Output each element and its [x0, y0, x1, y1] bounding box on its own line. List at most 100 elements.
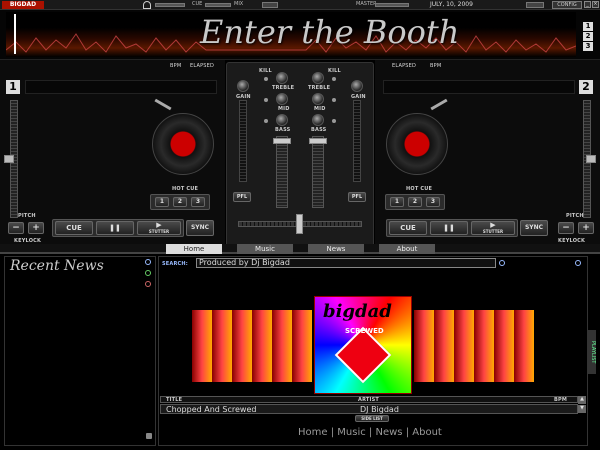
side-list-button[interactable]: SIDE LIST [355, 415, 389, 422]
right-kill-dot-3[interactable] [332, 119, 336, 123]
track-title: Chopped And Screwed [166, 405, 257, 414]
settings-icon[interactable] [575, 260, 581, 266]
deck-selector-1[interactable]: 1 [583, 22, 593, 31]
refresh-icon[interactable] [145, 259, 151, 265]
deck-right-cue-button[interactable]: CUE [389, 221, 427, 235]
left-kill-dot-2[interactable] [264, 98, 268, 102]
tab-about[interactable]: About [379, 244, 435, 254]
right-bass-knob[interactable] [312, 114, 324, 126]
left-treble-knob[interactable] [276, 72, 288, 84]
deck-right-volume-handle[interactable] [309, 138, 327, 144]
play-icon: ▶ [490, 221, 496, 229]
search-options-icon[interactable] [499, 260, 505, 266]
deck-left-play-button[interactable]: ▶ STUTTER [137, 221, 181, 235]
deck-left-pitch-minus[interactable]: − [8, 222, 24, 234]
deck-right-pitch-handle[interactable] [586, 155, 596, 163]
mix-label: MIX [234, 1, 244, 7]
playlist-tab[interactable]: PLAYLIST [588, 330, 596, 374]
config-button[interactable]: CONFIG [552, 1, 582, 9]
cover-copy-right-5 [494, 310, 514, 382]
deck-left-turntable[interactable] [152, 113, 214, 175]
tab-bar [0, 244, 600, 254]
deck-right-hot-cue-2[interactable]: 2 [408, 197, 422, 207]
cue-mix-slider[interactable] [205, 3, 231, 7]
deck-right-volume-fader[interactable] [312, 136, 324, 208]
deck-left-volume-handle[interactable] [273, 138, 291, 144]
deck-left-hot-cue-2[interactable]: 2 [173, 197, 187, 207]
left-kill-dot-3[interactable] [264, 119, 268, 123]
deck-left-pause-button[interactable]: ❚❚ [96, 221, 134, 235]
search-label: SEARCH: [162, 261, 188, 267]
deck-right-play-button[interactable]: ▶ STUTTER [471, 221, 515, 235]
deck-right-bpm-label: BPM [430, 63, 442, 69]
deck-right-hot-cue-label: HOT CUE [406, 186, 433, 192]
scroll-up-button[interactable]: ▲ [578, 396, 586, 404]
col-artist[interactable]: ARTIST [358, 397, 379, 403]
record-button[interactable] [526, 2, 544, 8]
col-title[interactable]: TITLE [166, 397, 182, 403]
deck-left-pfl-button[interactable]: PFL [233, 192, 251, 202]
app-logo[interactable]: BIGDAD [2, 1, 44, 9]
tab-news[interactable]: News [308, 244, 364, 254]
album-cover[interactable]: bigdad SCREWED [314, 296, 412, 394]
col-bpm[interactable]: BPM [554, 397, 567, 403]
track-artist: DJ Bigdad [360, 405, 399, 414]
remove-icon[interactable] [145, 281, 151, 287]
cover-copy-left-3 [232, 310, 252, 382]
deck-left-vu-meter [239, 100, 247, 182]
deck-right-turntable[interactable] [386, 113, 448, 175]
search-input[interactable]: Produced by Dj Bigdad [196, 258, 496, 268]
master-volume-slider[interactable] [375, 3, 409, 7]
deck-right-pause-button[interactable]: ❚❚ [430, 221, 468, 235]
left-kill-dot-1[interactable] [264, 77, 268, 81]
left-bass-label: BASS [275, 127, 291, 133]
deck-selector-2[interactable]: 2 [583, 32, 593, 41]
right-kill-dot-1[interactable] [332, 77, 336, 81]
footer-news[interactable]: News [375, 427, 402, 438]
left-mid-knob[interactable] [276, 93, 288, 105]
cover-copy-left-4 [252, 310, 272, 382]
cover-copy-left-2 [212, 310, 232, 382]
deck-selector-3[interactable]: 3 [583, 42, 593, 51]
close-button[interactable]: × [592, 1, 599, 8]
deck-left-pitch-plus[interactable]: + [28, 222, 44, 234]
deck-left-hot-cue-3[interactable]: 3 [191, 197, 205, 207]
crossfader-handle[interactable] [296, 214, 303, 234]
footer-music[interactable]: Music [337, 427, 365, 438]
footer-home[interactable]: Home [298, 427, 328, 438]
lock-icon [146, 433, 152, 439]
deck-right-pitch-minus[interactable]: − [558, 222, 574, 234]
footer-about[interactable]: About [412, 427, 442, 438]
deck-right-pfl-button[interactable]: PFL [348, 192, 366, 202]
deck-right-pitch-plus[interactable]: + [578, 222, 594, 234]
deck-right-hot-cue-3[interactable]: 3 [426, 197, 440, 207]
deck-left-gain-knob[interactable] [237, 80, 249, 92]
deck-left-volume-fader[interactable] [276, 136, 288, 208]
tab-home[interactable]: Home [166, 244, 222, 254]
deck-right-hot-cue-1[interactable]: 1 [390, 197, 404, 207]
footer-links: Home | Music | News | About [298, 427, 442, 438]
deck-left-cue-button[interactable]: CUE [55, 221, 93, 235]
headphone-volume-slider[interactable] [155, 3, 185, 7]
deck-left-elapsed-label: ELAPSED [190, 63, 215, 69]
left-bass-knob[interactable] [276, 114, 288, 126]
deck-left-sync-button[interactable]: SYNC [186, 220, 214, 236]
cue-label: CUE [192, 1, 203, 7]
add-icon[interactable] [145, 270, 151, 276]
deck-left-hot-cue-1[interactable]: 1 [155, 197, 169, 207]
deck-left-hot-cue-label: HOT CUE [172, 186, 199, 192]
deck-right-sync-button[interactable]: SYNC [520, 220, 548, 236]
tab-music[interactable]: Music [237, 244, 293, 254]
news-title: Recent News [10, 258, 104, 274]
tempo-button[interactable] [262, 2, 278, 8]
minimize-button[interactable]: _ [584, 1, 591, 8]
right-treble-knob[interactable] [312, 72, 324, 84]
deck-right-pitch-label: PITCH [566, 213, 584, 219]
top-bar [0, 0, 600, 10]
scroll-down-button[interactable]: ▼ [578, 405, 586, 413]
right-mid-knob[interactable] [312, 93, 324, 105]
deck-right-gain-knob[interactable] [351, 80, 363, 92]
cover-copy-right-4 [474, 310, 494, 382]
deck-left-pitch-handle[interactable] [4, 155, 14, 163]
right-kill-dot-2[interactable] [332, 98, 336, 102]
